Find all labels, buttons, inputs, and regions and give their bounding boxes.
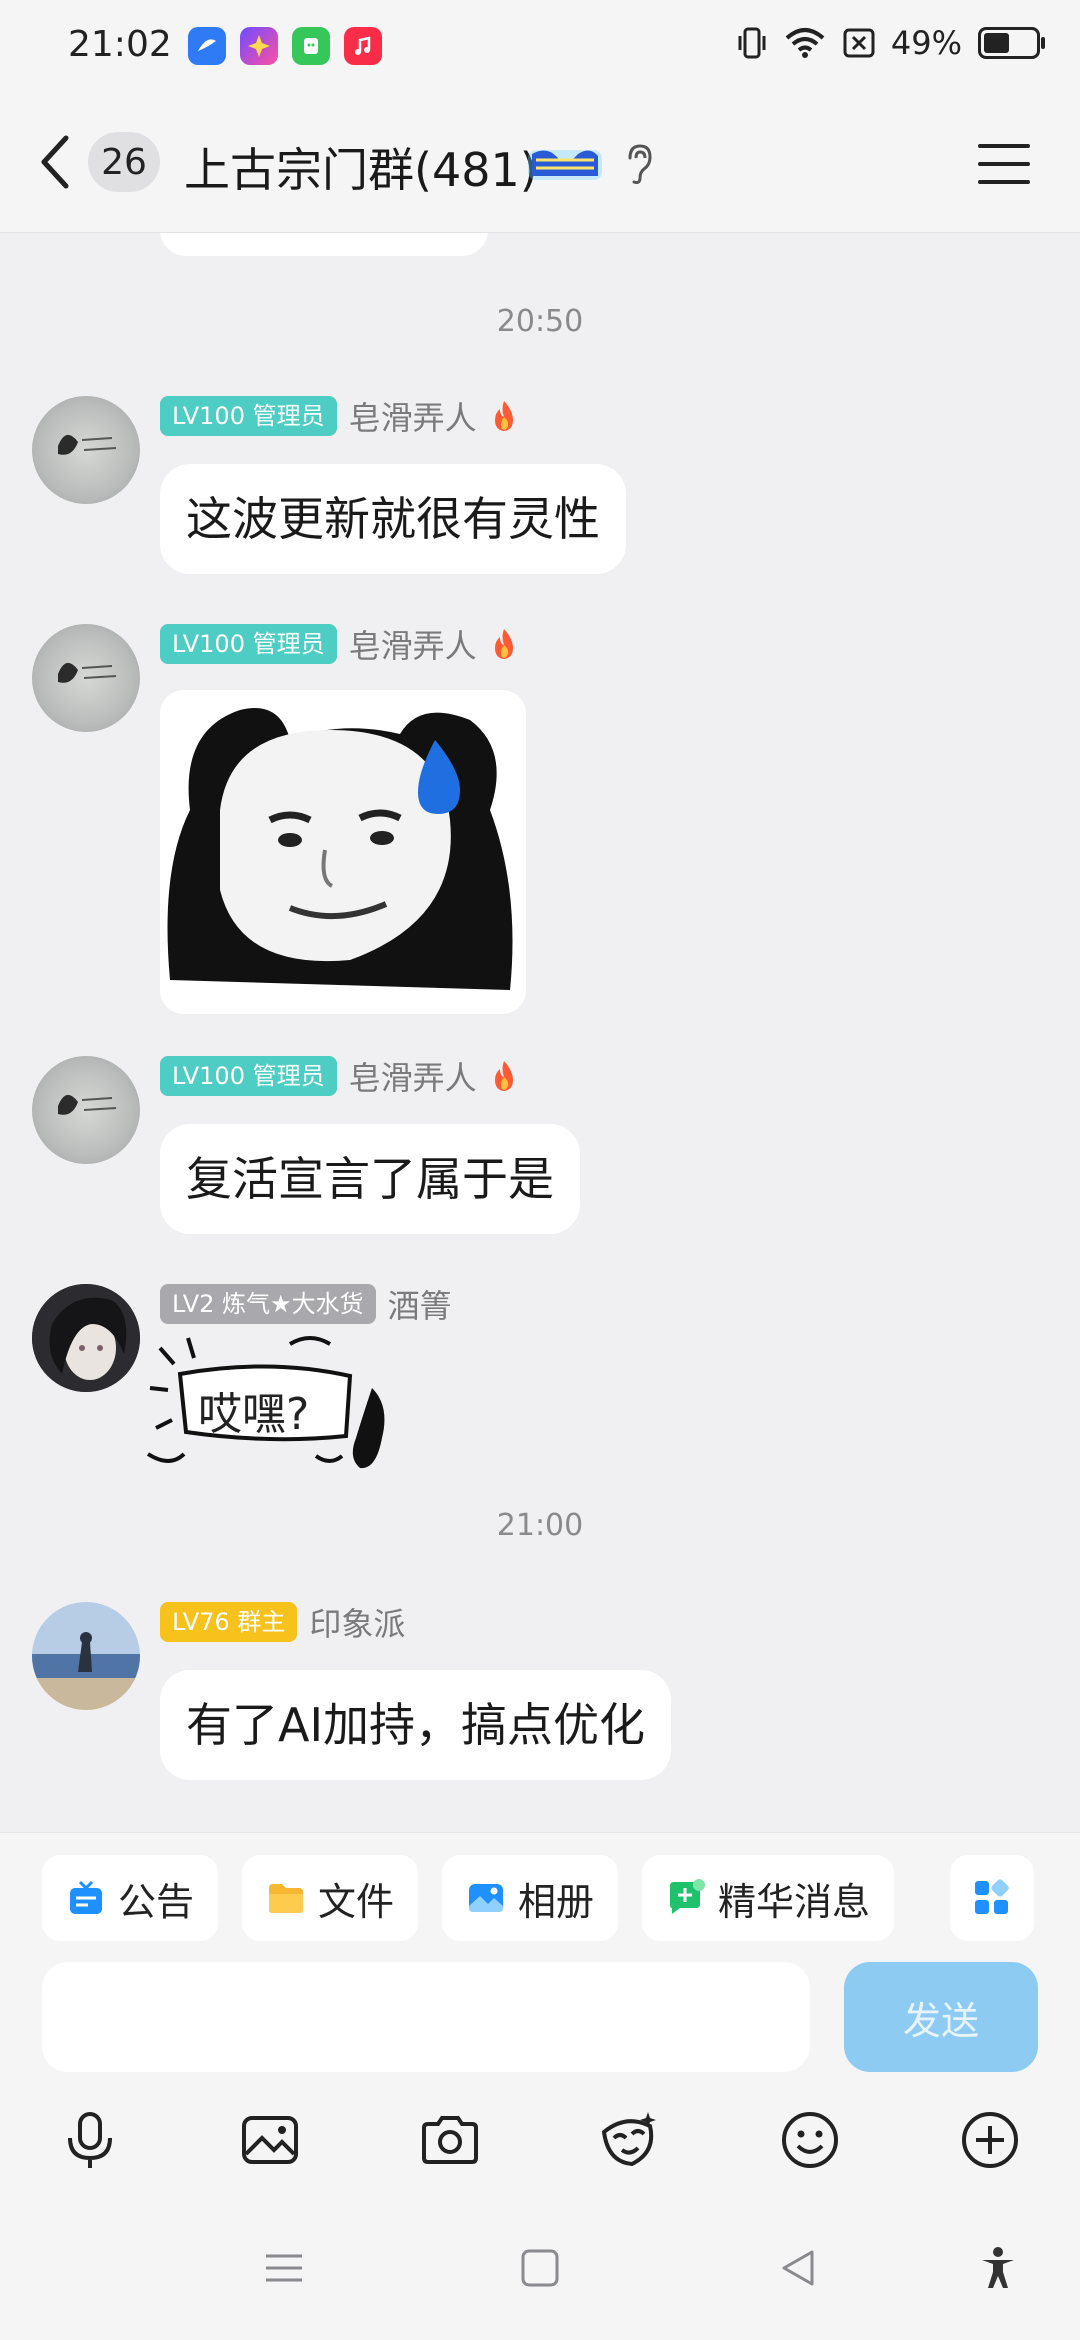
highlight-message-icon — [670, 1879, 705, 1914]
battery-percent: 49% — [890, 24, 962, 62]
shortcut-bar: 公告 文件 相册 精华消息 — [0, 1832, 1080, 1963]
shortcut-album[interactable]: 相册 — [442, 1855, 619, 1941]
folder-icon — [269, 1884, 303, 1913]
avatar[interactable] — [32, 396, 140, 504]
avatar[interactable] — [32, 1056, 140, 1164]
input-toolbar — [0, 2086, 1080, 2196]
fire-icon — [494, 629, 513, 659]
level-tag: LV100 管理员 — [160, 624, 337, 664]
album-icon — [469, 1884, 503, 1912]
shortcut-more-apps[interactable] — [950, 1855, 1034, 1941]
aihei-sticker[interactable]: 哎嘿? — [140, 1328, 400, 1478]
timestamp: 21:00 — [496, 1508, 584, 1543]
message-input[interactable] — [42, 1962, 810, 2072]
level-tag: LV100 管理员 — [160, 396, 337, 436]
send-button[interactable]: 发送 — [844, 1962, 1038, 2072]
battery-fill — [984, 33, 1009, 53]
ear-icon[interactable] — [624, 142, 654, 186]
emoji-icon[interactable] — [778, 2108, 842, 2172]
sparkle-app-icon — [240, 27, 278, 65]
system-nav-bar — [0, 2196, 1080, 2340]
chat-header: 26 上古宗门群(481) — [0, 96, 1080, 233]
music-app-icon — [344, 27, 382, 65]
shortcut-label: 公告 — [118, 1879, 195, 1924]
vibrate-icon — [738, 27, 766, 59]
level-tag: LV76 群主 — [160, 1602, 298, 1642]
fire-icon — [494, 1061, 513, 1091]
panda-face-sweat-sticker[interactable] — [160, 690, 526, 1014]
back-triangle-icon[interactable] — [776, 2246, 820, 2290]
sticker-face-icon[interactable] — [596, 2108, 660, 2172]
shortcut-highlight[interactable]: 精华消息 — [642, 1855, 895, 1941]
sticker-text: 哎嘿? — [198, 1389, 310, 1440]
shortcut-label: 精华消息 — [718, 1879, 871, 1924]
message-list[interactable]: 20:50 LV100 管理员 皂滑弄人 这波更新就很有灵性 LV100 管理员… — [0, 232, 1080, 1832]
sender-name[interactable]: 皂滑弄人 — [349, 393, 477, 439]
level-tag: LV2 炼气★大水货 — [160, 1284, 376, 1324]
level-tag: LV100 管理员 — [160, 1056, 337, 1096]
sender-name[interactable]: 皂滑弄人 — [349, 1053, 477, 1099]
status-right: 49% — [737, 24, 1045, 62]
timestamp: 20:50 — [496, 304, 584, 339]
shortcut-files[interactable]: 文件 — [242, 1855, 419, 1941]
sender-name[interactable]: 酒箐 — [388, 1281, 452, 1327]
status-app-icons — [188, 27, 382, 65]
input-row: 发送 — [0, 1962, 1080, 2086]
home-icon[interactable] — [518, 2246, 562, 2290]
shortcut-announcement[interactable]: 公告 — [42, 1855, 219, 1941]
avatar[interactable] — [32, 1602, 140, 1710]
message-meta: LV100 管理员 皂滑弄人 — [160, 393, 519, 439]
group-title[interactable]: 上古宗门群(481) — [184, 134, 538, 200]
shortcut-label: 相册 — [518, 1879, 595, 1924]
no-sim-icon — [843, 28, 875, 58]
image-icon[interactable] — [238, 2108, 302, 2172]
unread-count-badge[interactable]: 26 — [88, 132, 160, 192]
status-time: 21:02 — [68, 24, 172, 65]
message-meta: LV100 管理员 皂滑弄人 — [160, 621, 519, 667]
recent-apps-icon[interactable] — [262, 2246, 306, 2290]
status-bar: 21:02 49% — [0, 0, 1080, 96]
message-bubble[interactable]: 复活宣言了属于是 — [160, 1124, 580, 1234]
green-app-icon — [292, 27, 330, 65]
avatar[interactable] — [32, 624, 140, 732]
plus-circle-icon[interactable] — [958, 2108, 1022, 2172]
menu-icon[interactable] — [978, 144, 1030, 184]
message-meta: LV2 炼气★大水货 酒箐 — [160, 1281, 452, 1327]
sender-name[interactable]: 皂滑弄人 — [349, 621, 477, 667]
accessibility-icon[interactable] — [976, 2246, 1020, 2290]
camera-icon[interactable] — [418, 2108, 482, 2172]
avatar[interactable] — [32, 1284, 140, 1392]
wifi-icon — [785, 28, 825, 58]
announcement-icon — [70, 1880, 102, 1914]
group-badge-icon — [528, 150, 602, 180]
previous-message-bubble[interactable] — [160, 232, 488, 256]
microphone-icon[interactable] — [58, 2108, 122, 2172]
sender-name[interactable]: 印象派 — [309, 1599, 405, 1645]
blue-app-icon — [188, 27, 226, 65]
battery-icon — [978, 27, 1045, 59]
apps-grid-icon — [975, 1879, 1009, 1914]
message-meta: LV100 管理员 皂滑弄人 — [160, 1053, 519, 1099]
shortcut-label: 文件 — [318, 1879, 395, 1924]
message-meta: LV76 群主 印象派 — [160, 1599, 405, 1645]
fire-icon — [494, 401, 513, 431]
message-bubble[interactable]: 有了AI加持，搞点优化 — [160, 1670, 672, 1780]
message-bubble[interactable]: 这波更新就很有灵性 — [160, 464, 626, 574]
back-arrow-icon[interactable] — [36, 132, 76, 192]
